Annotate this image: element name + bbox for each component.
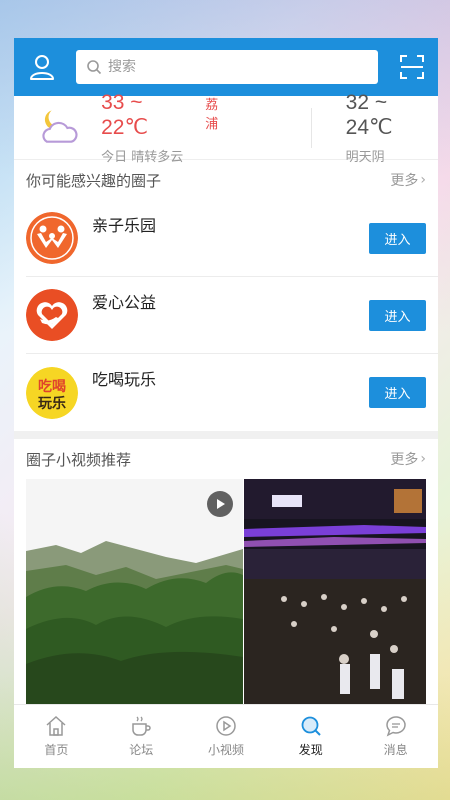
heart-hand-logo-icon	[26, 289, 78, 341]
svg-text:玩乐: 玩乐	[38, 395, 66, 412]
today-condition: 今日 晴转多云	[101, 149, 184, 165]
video-thumbnail-mountains[interactable]	[26, 479, 243, 709]
video-play-icon	[216, 716, 236, 736]
weather-divider	[310, 107, 312, 148]
tab-forum[interactable]: 论坛	[99, 705, 184, 768]
tab-discover-label: 发现	[298, 743, 323, 757]
discover-search-icon	[301, 716, 321, 736]
weather-panel[interactable]: 33 ~ 22℃ 荔浦 今日 晴转多云 32 ~ 24℃ 明天阴	[14, 91, 438, 165]
circle-name: 爱心公益	[92, 293, 157, 312]
home-icon	[46, 715, 66, 736]
weather-tomorrow: 32 ~ 24℃ 明天阴	[346, 91, 438, 165]
circles-more-link[interactable]: 更多 ›	[390, 170, 426, 190]
video-thumbnail-night-square[interactable]	[244, 479, 426, 709]
video-list	[14, 479, 438, 709]
videos-section-header: 圈子小视频推荐 更多 ›	[14, 439, 438, 479]
bottom-tab-bar: 首页 论坛 小视频 发现 消息	[14, 704, 438, 768]
tab-home-label: 首页	[44, 743, 69, 757]
coffee-cup-icon	[132, 716, 151, 736]
circle-item-charity[interactable]: 爱心公益 进入	[26, 277, 438, 354]
circle-name: 亲子乐园	[92, 216, 157, 235]
user-icon	[30, 55, 54, 80]
circles-section-header: 你可能感兴趣的圈子 更多 ›	[14, 160, 438, 200]
chevron-right-icon: ›	[420, 172, 426, 188]
circles-section-title: 你可能感兴趣的圈子	[26, 171, 162, 190]
city-name: 荔浦	[205, 97, 219, 132]
tab-discover[interactable]: 发现	[268, 705, 353, 768]
circle-name: 吃喝玩乐	[92, 370, 157, 389]
tomorrow-condition: 明天阴	[345, 149, 385, 165]
videos-more-link[interactable]: 更多 ›	[390, 449, 426, 469]
enter-circle-button[interactable]: 进入	[369, 222, 426, 254]
circle-item-food-fun[interactable]: 吃喝 玩乐 吃喝玩乐 进入	[26, 354, 438, 431]
videos-section-title: 圈子小视频推荐	[26, 450, 132, 469]
tab-short-video[interactable]: 小视频	[184, 705, 269, 768]
tab-forum-label: 论坛	[129, 743, 154, 757]
family-logo-icon	[26, 212, 78, 264]
search-icon	[87, 60, 102, 75]
top-bar	[14, 38, 438, 96]
enter-circle-button[interactable]: 进入	[369, 299, 426, 331]
circle-item-family[interactable]: 亲子乐园 进入	[26, 200, 438, 277]
tab-short-video-label: 小视频	[207, 743, 244, 757]
scan-button[interactable]	[398, 53, 426, 81]
video-play-button[interactable]	[207, 491, 233, 517]
videos-more-label: 更多	[390, 452, 419, 468]
today-temperature: 33 ~ 22℃	[101, 90, 149, 139]
weather-today: 33 ~ 22℃ 荔浦 今日 晴转多云	[101, 91, 231, 165]
tomorrow-temperature: 32 ~ 24℃	[345, 90, 393, 139]
tab-home[interactable]: 首页	[14, 705, 99, 768]
enter-circle-button[interactable]: 进入	[369, 377, 426, 408]
tab-messages-label: 消息	[383, 743, 408, 757]
circles-more-label: 更多	[390, 173, 419, 189]
search-input[interactable]	[108, 59, 348, 75]
section-gap	[14, 431, 438, 439]
user-profile-button[interactable]	[26, 51, 58, 83]
partly-cloudy-night-icon	[42, 109, 78, 143]
message-bubble-icon	[385, 716, 406, 737]
svg-text:吃喝: 吃喝	[38, 378, 66, 395]
tab-messages[interactable]: 消息	[353, 705, 438, 768]
search-bar[interactable]	[76, 50, 378, 84]
play-icon	[217, 499, 225, 509]
app-screen: 33 ~ 22℃ 荔浦 今日 晴转多云 32 ~ 24℃ 明天阴 你可能感兴趣的…	[14, 38, 438, 768]
scan-icon	[400, 55, 424, 79]
chevron-right-icon: ›	[420, 451, 426, 467]
night-plaza-image	[244, 479, 426, 709]
eat-drink-logo-icon: 吃喝 玩乐	[26, 366, 78, 419]
